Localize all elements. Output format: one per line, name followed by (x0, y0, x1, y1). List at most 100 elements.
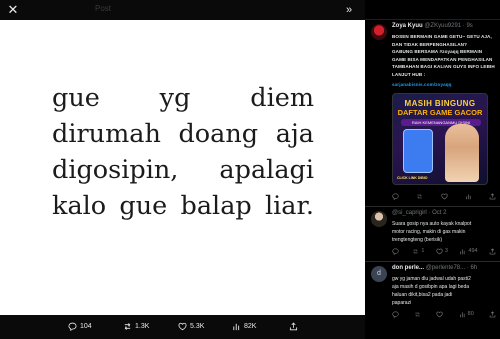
reply-icon (68, 322, 77, 331)
tweet-text-line: DAN TIDAK BERPENGHASILAN? (392, 41, 467, 47)
post-media-image[interactable]: gue yg diem dirumah doang aja digosipin,… (0, 20, 365, 315)
person-graphic (445, 123, 479, 182)
heart-icon (178, 322, 187, 331)
reply-thread-panel: Zoya Kyuu @ZKyuu9291 · 9s BOSEN BERMAIN … (365, 0, 500, 339)
tweet-text-line: trengtengteng (berisik) (392, 236, 443, 243)
repost-count: 1.3K (135, 323, 150, 330)
reply-button[interactable] (392, 193, 399, 200)
like-button[interactable] (440, 193, 448, 200)
repost-button[interactable]: 1.3K (123, 322, 149, 331)
media-viewer: ✕ Post » gue yg diem dirumah doang aja d… (0, 0, 365, 339)
share-button[interactable] (489, 310, 496, 318)
tweet-text-line: BOSEN BERMAIN GAME GETU~ GETU AJA, (392, 34, 492, 39)
repost-button[interactable] (414, 311, 421, 318)
tweet-text: gw yg jaman dlu jadwal udah pasti2 aja m… (392, 275, 496, 307)
handle-and-time: @si_caprigirl · Oct 2 (392, 209, 447, 216)
reply-button[interactable] (392, 248, 401, 255)
reply-count: 104 (80, 323, 92, 330)
share-icon (289, 322, 298, 331)
tweet-header: @si_caprigirl · Oct 2 (392, 209, 496, 218)
like-count: 5.3K (190, 323, 205, 330)
tweet-text-line: motor racing, makin di gas makin (392, 228, 466, 235)
tweet-text: BOSEN BERMAIN GAME GETU~ GETU AJA, DAN T… (392, 33, 496, 89)
media-text-line: digosipin, apalagi (52, 155, 314, 185)
tweet-text-line: gw yg jaman dlu jadwal udah pasti2 (392, 275, 471, 282)
media-text-block: gue yg diem dirumah doang aja digosipin,… (52, 80, 314, 224)
share-icon (489, 192, 496, 199)
handle-and-time: @ZKyuu9291 · 9s (424, 23, 473, 29)
tweet-header: don perle... @perlente78... · 6h (392, 264, 496, 273)
tweet-text-line: aja masih d gosibpin apa lagi beda (392, 283, 469, 290)
tweet-actions: 1 3 494 (392, 244, 496, 261)
heart-icon (436, 248, 443, 254)
tweet-text: Suara gosip nya auto kayak knalpot motor… (392, 220, 496, 244)
views-chart-icon (460, 248, 465, 254)
repost-count: 1 (421, 248, 425, 254)
views-count: 80 (467, 311, 474, 317)
avatar[interactable] (371, 210, 387, 227)
viewer-top-bar: ✕ Post » (0, 0, 365, 20)
tweet-actions: 80 (392, 307, 496, 324)
views-chart-icon (465, 193, 471, 199)
repost-button[interactable]: 1 (412, 248, 424, 255)
views-button[interactable]: 494 (459, 248, 478, 255)
media-text-line: kalo gue balap liar. (52, 191, 314, 221)
views-chart-icon (233, 323, 240, 331)
reply-icon (392, 311, 399, 318)
repost-button[interactable] (416, 193, 423, 200)
repost-icon (417, 194, 422, 198)
repost-icon (124, 323, 131, 330)
views-chart-icon (459, 311, 465, 317)
reply-tweet[interactable]: @si_caprigirl · Oct 2 Suara gosip nya au… (365, 207, 500, 262)
views-button[interactable]: 82K (232, 322, 256, 331)
reply-tweet[interactable]: Zoya Kyuu @ZKyuu9291 · 9s BOSEN BERMAIN … (365, 20, 500, 207)
reply-tweet[interactable]: d don perle... @perlente78... · 6h gw yg… (365, 262, 500, 324)
close-icon[interactable]: ✕ (6, 3, 20, 17)
avatar[interactable]: d (371, 265, 387, 282)
share-icon (489, 247, 496, 254)
tweet-link[interactable]: sarjanabisnis.com/zoyaqq (392, 81, 496, 89)
reply-icon (392, 193, 399, 200)
avatar[interactable] (371, 24, 387, 40)
viewer-title: Post (95, 4, 112, 13)
like-button[interactable]: 3 (436, 248, 448, 255)
tweet-text-line: GAME BISA MENDAPATKAN PENGHASILAN (392, 56, 493, 62)
expand-panel-icon[interactable]: » (346, 3, 352, 17)
tweet-text-line: paparazi (392, 299, 412, 306)
share-button[interactable] (289, 322, 298, 331)
promo-footer: CLICK LINK DIBIO (397, 175, 428, 180)
share-button[interactable] (489, 247, 496, 255)
media-text-line: dirumah doang aja (52, 119, 314, 149)
heart-icon (436, 311, 444, 317)
like-button[interactable] (436, 311, 444, 318)
tweet-text-line: GABUNG BERSAMA #zoyaqq BERMAIN (392, 49, 483, 54)
views-button[interactable]: 80 (459, 311, 474, 318)
promo-title: MASIH BINGUNG (404, 98, 476, 108)
display-name[interactable]: Zoya Kyuu (392, 23, 423, 29)
viewer-action-bar: 104 1.3K 5.3K 82K (0, 315, 365, 339)
share-icon (489, 310, 496, 317)
tweet-text-line: TAMBAHAN BAGI KALIAN GUYS INFO LEBIH (392, 64, 495, 69)
views-count: 82K (244, 323, 257, 330)
panel-top-bar (365, 0, 500, 20)
tweet-text-line: haluan dikit,bisa2 pada jadi (392, 291, 453, 298)
tweet-header: Zoya Kyuu @ZKyuu9291 · 9s (392, 22, 496, 31)
like-button[interactable]: 5.3K (178, 322, 204, 331)
media-text-line: gue yg diem (52, 83, 314, 113)
like-count: 3 (444, 248, 448, 254)
reply-button[interactable] (392, 311, 399, 318)
tweet-actions (392, 189, 496, 206)
promo-title: DAFTAR GAME GACOR (397, 107, 483, 117)
reply-icon (392, 248, 399, 255)
handle-and-time: @perlente78... · 6h (425, 264, 478, 271)
heart-icon (440, 193, 448, 199)
share-button[interactable] (489, 192, 496, 200)
reply-button[interactable]: 104 (68, 322, 92, 331)
tweet-text-line: LANJUT HUB : (392, 71, 426, 77)
repost-icon (415, 312, 420, 316)
views-count: 494 (468, 248, 478, 254)
views-button[interactable] (465, 193, 472, 200)
display-name[interactable]: don perle... (392, 265, 424, 271)
repost-icon (413, 249, 419, 253)
promo-image[interactable]: MASIH BINGUNG DAFTAR GAME GACOR RAIH KEM… (392, 92, 488, 185)
